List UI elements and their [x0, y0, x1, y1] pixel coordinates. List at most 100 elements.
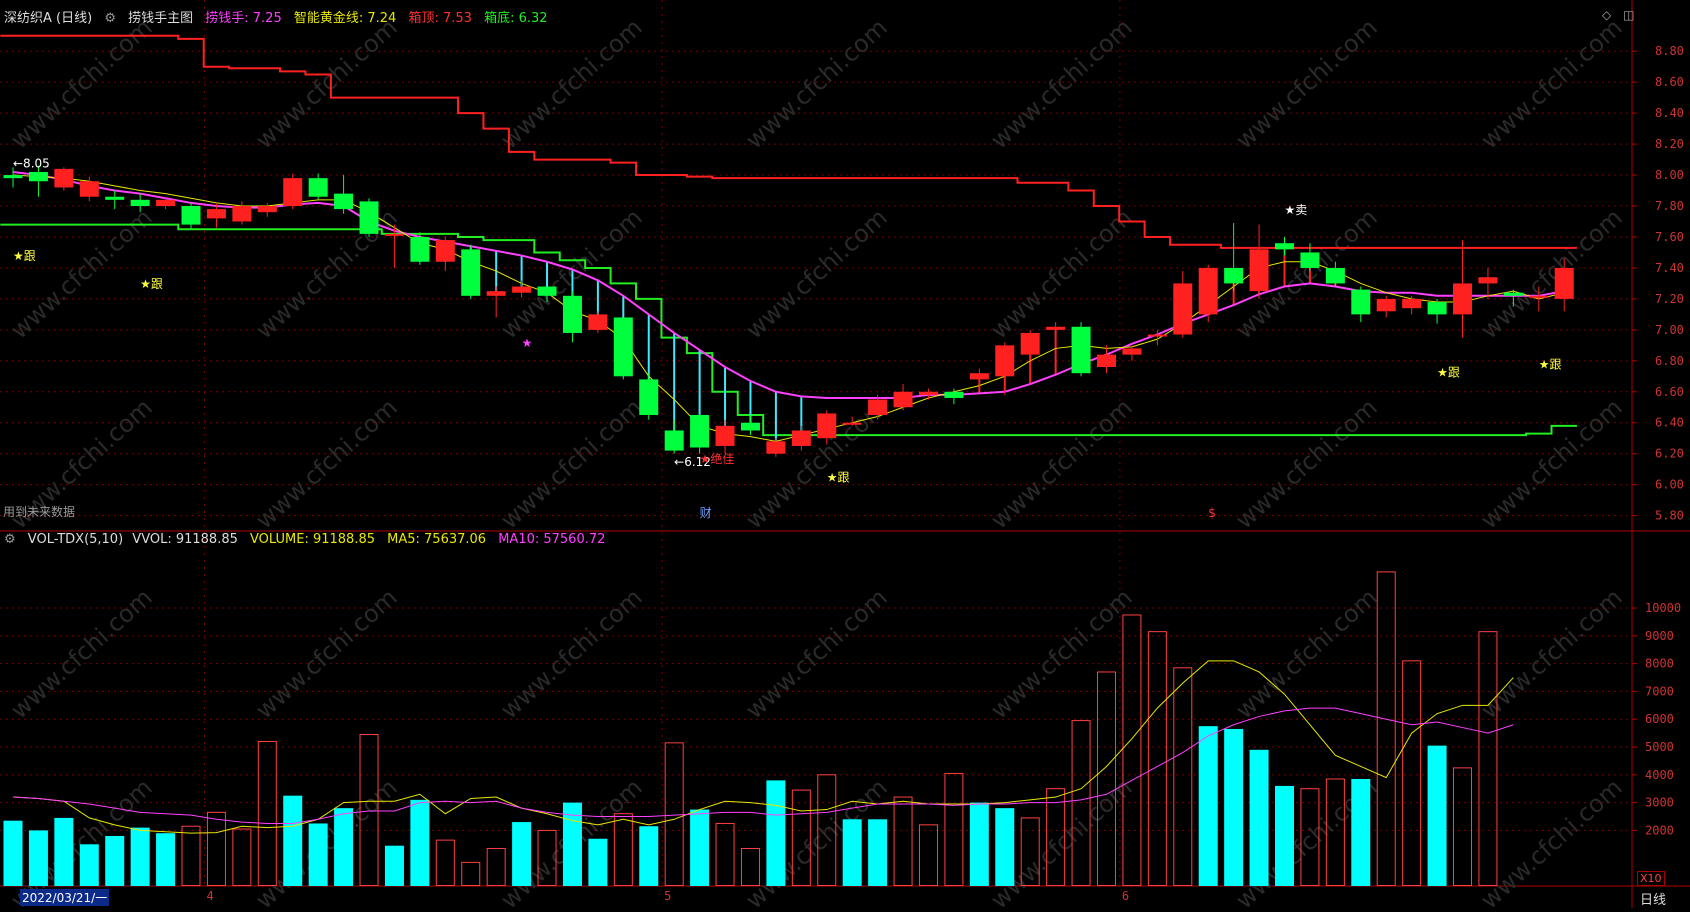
panel-toggle-icon[interactable]: ◫	[1623, 8, 1634, 22]
candle-body	[283, 178, 303, 207]
volume-bar	[944, 772, 964, 886]
watermark-text: www.cfchi.com	[1475, 13, 1627, 154]
volume-bar	[410, 799, 430, 886]
candle-body	[715, 425, 735, 446]
price-tick-label: 7.00	[1655, 323, 1684, 337]
candle-body	[54, 168, 74, 188]
candle-body	[334, 193, 354, 210]
candle-body	[384, 233, 404, 236]
indicator-gear-icon[interactable]: ⚙	[104, 11, 116, 26]
candle-body	[3, 175, 23, 179]
candle-body	[410, 236, 430, 262]
watermark-text: www.cfchi.com	[5, 13, 157, 154]
candle-body	[1147, 334, 1167, 337]
candle-body	[639, 379, 659, 415]
gold-line-value: 智能黄金线: 7.24	[293, 11, 397, 26]
candle-body	[562, 295, 582, 333]
volume-bar	[1198, 726, 1218, 886]
candle-body	[1453, 283, 1473, 315]
candle-body	[1249, 249, 1269, 292]
ma5-value: MA5: 75637.06	[387, 532, 487, 547]
candle-body	[130, 199, 150, 207]
volume-tick-label: 5000	[1645, 740, 1674, 754]
candle-body	[206, 209, 226, 219]
volume-bar	[156, 833, 176, 886]
candle-body	[588, 314, 608, 330]
vol-gear-icon[interactable]: ⚙	[4, 532, 16, 547]
volume-bar	[969, 802, 989, 886]
watermark-text: www.cfchi.com	[1475, 773, 1627, 908]
candle-body	[1096, 354, 1116, 368]
candle-body	[1554, 267, 1574, 299]
volume-bar	[308, 823, 328, 886]
diamond-icon[interactable]: ◇	[1602, 8, 1611, 22]
candle-body	[232, 206, 252, 222]
volume-bar	[1147, 631, 1167, 886]
candle-body	[842, 422, 862, 425]
price-tick-label: 6.60	[1655, 385, 1684, 399]
volume-bar	[28, 830, 48, 886]
candle-body	[359, 201, 379, 234]
month-label: 4	[206, 889, 213, 903]
watermark-text: www.cfchi.com	[5, 583, 157, 724]
volume-bar	[1173, 667, 1193, 887]
candle-body	[156, 199, 176, 207]
candle-body	[1020, 332, 1040, 355]
box-top-value: 箱顶: 7.53	[408, 11, 472, 26]
volume-bar	[995, 808, 1015, 886]
vvol-value: VVOL: 91188.85	[132, 532, 238, 547]
volume-bars-layer	[3, 571, 1498, 887]
candle-body	[79, 181, 99, 197]
watermark-text: www.cfchi.com	[985, 583, 1137, 724]
candle-body	[461, 249, 481, 296]
chart-annotation: ★跟	[13, 249, 36, 263]
price-tick-label: 7.60	[1655, 230, 1684, 244]
candle-body	[1402, 298, 1422, 309]
watermark-text: www.cfchi.com	[1475, 393, 1627, 534]
price-tick-label: 6.00	[1655, 478, 1684, 492]
candle-body	[1046, 326, 1066, 330]
volume-bar	[384, 845, 404, 886]
watermark-text: www.cfchi.com	[1230, 583, 1382, 724]
stock-name[interactable]: 深纺织A (日线)	[4, 11, 92, 26]
watermark-text: www.cfchi.com	[985, 203, 1137, 344]
date-cursor-label: 2022/03/21/一	[20, 889, 110, 906]
chart-annotation: ★卖	[1285, 203, 1308, 217]
watermark-text: www.cfchi.com	[740, 203, 892, 344]
chart-annotation: ★跟	[1437, 365, 1460, 379]
candle-body	[969, 373, 989, 380]
candle-body	[1376, 298, 1396, 312]
volume-header: ⚙ VOL-TDX(5,10) VVOL: 91188.85 VOLUME: 9…	[4, 532, 613, 547]
watermark-text: www.cfchi.com	[1230, 393, 1382, 534]
volume-bar	[1453, 767, 1473, 886]
price-tick-label: 7.40	[1655, 261, 1684, 275]
volume-bar	[1351, 778, 1371, 886]
price-tick-label: 8.60	[1655, 75, 1684, 89]
candle-body	[1300, 252, 1320, 268]
watermark-text: www.cfchi.com	[740, 13, 892, 154]
period-label[interactable]: 日线	[1640, 889, 1666, 908]
chart-annotation: ★	[522, 336, 533, 350]
candle-body	[740, 422, 760, 431]
price-tick-label: 8.20	[1655, 137, 1684, 151]
candle-body	[105, 196, 125, 200]
candle-body	[1275, 243, 1294, 250]
corner-controls: ◇ ◫	[1602, 8, 1642, 22]
candle-body	[435, 240, 455, 262]
volume-tick-label: 10000	[1645, 601, 1681, 615]
candle-body	[1325, 267, 1345, 284]
volume-tick-label: 6000	[1645, 712, 1674, 726]
indicator-name[interactable]: 捞钱手主图	[128, 11, 193, 26]
vol-indicator-name[interactable]: VOL-TDX(5,10)	[28, 532, 123, 547]
volume-bar	[766, 780, 786, 886]
price-tick-label: 6.40	[1655, 416, 1684, 430]
chart-canvas: www.cfchi.com www.cfchi.com www.cfchi.com w…	[0, 0, 1690, 912]
vol-unit-label: X10	[1637, 871, 1665, 886]
watermark-text: www.cfchi.com	[250, 393, 402, 534]
volume-tick-label: 7000	[1645, 684, 1674, 698]
candle-body	[766, 441, 786, 454]
price-tick-label: 7.20	[1655, 292, 1684, 306]
candle-body	[1224, 267, 1244, 284]
watermark-text: www.cfchi.com	[985, 393, 1137, 534]
watermark-text: www.cfchi.com	[495, 393, 647, 534]
